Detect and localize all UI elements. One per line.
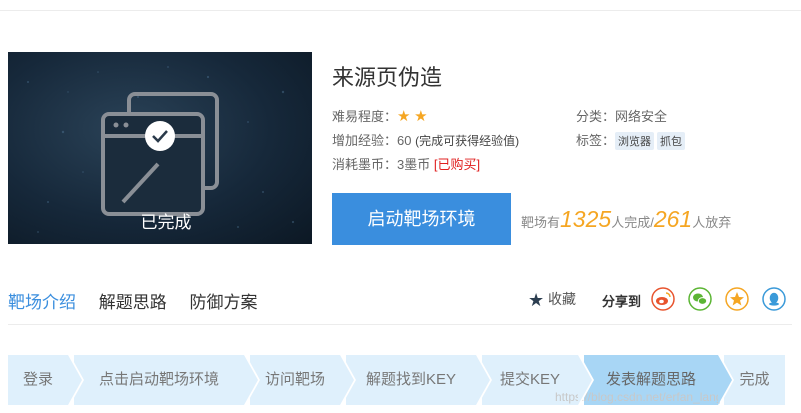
step-label: 访问靶场 bbox=[264, 371, 325, 388]
check-icon bbox=[145, 121, 175, 151]
tabs-divider bbox=[8, 324, 792, 325]
step-login: 登录 bbox=[8, 355, 84, 405]
star-icon: ★ bbox=[414, 108, 428, 125]
detail-tabs: 靶场介绍 解题思路 防御方案 bbox=[8, 288, 275, 313]
challenge-cover: 已完成 bbox=[8, 52, 312, 244]
completion-stats: 靶场有1325人完成/261人放弃 bbox=[521, 206, 731, 233]
qq-icon[interactable] bbox=[762, 287, 786, 311]
step-label: 完成 bbox=[739, 371, 770, 388]
step-label: 发表解题思路 bbox=[605, 371, 696, 388]
completed-count: 1325 bbox=[560, 206, 612, 232]
difficulty-label: 难易程度： bbox=[332, 109, 398, 124]
completed-label: 已完成 bbox=[140, 213, 192, 232]
cost-label: 消耗墨币：3墨币 bbox=[332, 157, 431, 172]
exp-note: (完成可获得经验值) bbox=[415, 134, 520, 148]
weibo-icon[interactable] bbox=[651, 287, 675, 311]
abandoned-count: 261 bbox=[653, 206, 693, 232]
step-label: 提交KEY bbox=[499, 371, 560, 388]
tab-defense[interactable]: 防御方案 bbox=[189, 293, 257, 312]
star-icon: ★ bbox=[397, 108, 411, 125]
favorite-button[interactable]: ★ 收藏 bbox=[528, 289, 576, 311]
tag-browser[interactable]: 浏览器 bbox=[615, 132, 655, 150]
exp-row: 增加经验：60 (完成可获得经验值) bbox=[332, 130, 519, 149]
step-find-key: 解题找到KEY bbox=[346, 355, 492, 405]
launch-environment-button[interactable]: 启动靶场环境 bbox=[332, 193, 511, 245]
completed-suffix: 人完成/ bbox=[611, 215, 654, 230]
star-icon: ★ bbox=[528, 290, 545, 310]
exp-label: 增加经验：60 bbox=[332, 133, 412, 148]
difficulty-row: 难易程度：★ ★ bbox=[332, 106, 428, 125]
step-visit: 访问靶场 bbox=[250, 355, 356, 405]
tags-row: 标签： 浏览器 抓包 bbox=[576, 130, 688, 150]
cost-row: 消耗墨币：3墨币 [已购买] bbox=[332, 154, 480, 173]
step-label: 解题找到KEY bbox=[365, 371, 456, 388]
wechat-icon[interactable] bbox=[688, 287, 712, 311]
step-label: 点击启动靶场环境 bbox=[98, 371, 219, 388]
top-divider bbox=[0, 10, 801, 11]
stats-prefix: 靶场有 bbox=[521, 215, 561, 230]
challenge-title: 来源页伪造 bbox=[332, 65, 443, 90]
category-row: 分类：网络安全 bbox=[576, 106, 667, 125]
step-label: 登录 bbox=[22, 371, 53, 388]
tag-capture[interactable]: 抓包 bbox=[657, 132, 686, 150]
tags-label: 标签： bbox=[576, 133, 616, 148]
qzone-icon[interactable] bbox=[725, 287, 749, 311]
browser-icon bbox=[101, 92, 219, 216]
tab-solution[interactable]: 解题思路 bbox=[99, 293, 167, 312]
share-label: 分享到 bbox=[602, 294, 642, 309]
favorite-label: 收藏 bbox=[548, 291, 577, 307]
category-label: 分类：网络安全 bbox=[576, 109, 668, 124]
purchase-status: [已购买] bbox=[433, 157, 481, 172]
step-launch: 点击启动靶场环境 bbox=[74, 355, 260, 405]
abandoned-suffix: 人放弃 bbox=[692, 215, 732, 230]
tab-intro[interactable]: 靶场介绍 bbox=[8, 293, 76, 312]
